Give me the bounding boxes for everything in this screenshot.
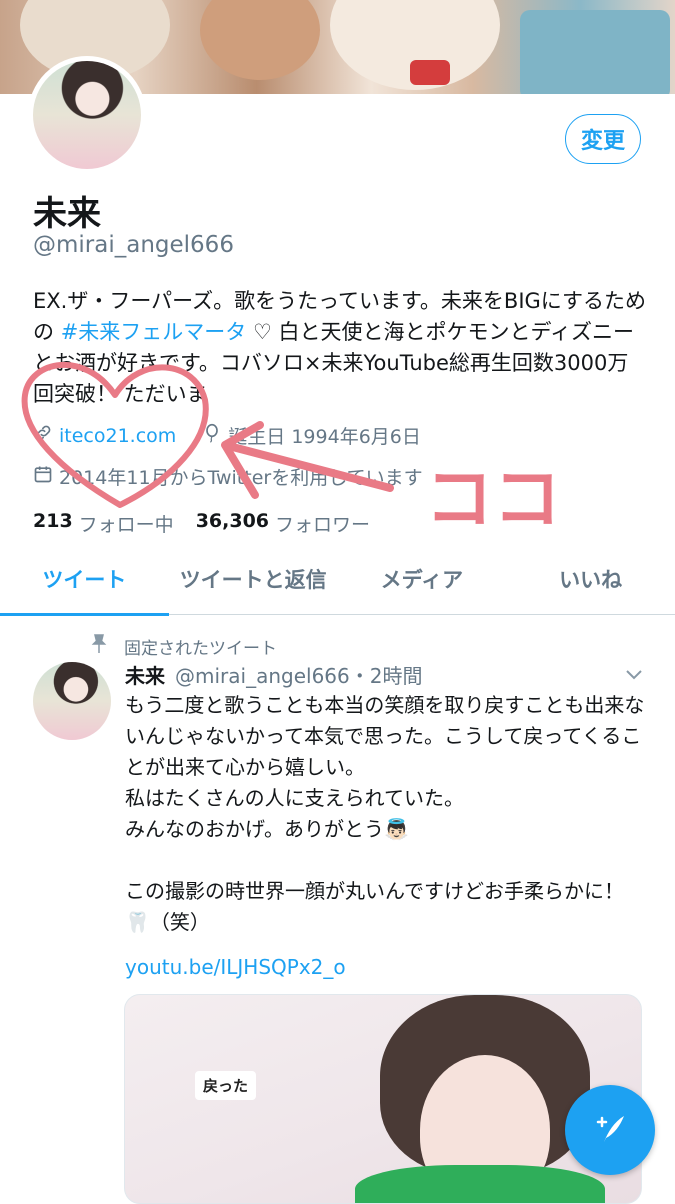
banner-box	[520, 10, 670, 94]
compose-tweet-button[interactable]	[565, 1085, 655, 1175]
tweet-avatar[interactable]	[33, 662, 111, 740]
tab-media[interactable]: メディア	[338, 550, 507, 614]
avatar-image	[33, 662, 111, 740]
followers-count[interactable]: 36,306 フォロワー	[196, 510, 370, 537]
profile-bio: EX.ザ・フーパーズ。歌をうたっています。未来をBIGにするための #未来フェル…	[33, 286, 648, 410]
tab-likes[interactable]: いいね	[506, 550, 675, 614]
website-link[interactable]: iteco21.com	[59, 425, 176, 447]
annotation-text: ココ	[425, 460, 561, 539]
banner-plush	[200, 0, 320, 80]
pin-icon	[90, 634, 108, 659]
avatar-image	[33, 61, 141, 169]
tweet-handle-time: @mirai_angel666・2時間	[175, 664, 423, 688]
tweet-link[interactable]: youtu.be/ILJHSQPx2_o	[125, 955, 346, 979]
tweet-author-name[interactable]: 未来	[125, 660, 165, 689]
tweet-header: 未来 @mirai_angel666・2時間	[125, 660, 422, 689]
follow-counts: 213 フォロー中 36,306 フォロワー	[33, 510, 392, 537]
edit-profile-button[interactable]: 変更	[565, 114, 641, 164]
profile-tabs: ツイート ツイートと返信 メディア いいね	[0, 550, 675, 616]
birthday: 誕生日 1994年6月6日	[202, 422, 421, 449]
balloon-icon	[202, 423, 222, 448]
joined-row: 2014年11月からTwitterを利用しています	[33, 463, 423, 490]
media-caption: 戻った	[195, 1071, 257, 1100]
profile-handle: @mirai_angel666	[33, 232, 234, 258]
birthday-text: 誕生日 1994年6月6日	[228, 426, 421, 448]
media-photo-shirt	[355, 1165, 605, 1203]
pinned-label: 固定されたツイート	[124, 639, 277, 659]
link-icon	[33, 423, 53, 448]
profile-meta-row: iteco21.com 誕生日 1994年6月6日	[33, 422, 421, 449]
calendar-icon	[33, 464, 53, 489]
tweet-media[interactable]: 戻った	[124, 994, 642, 1204]
tweet-text: もう二度と歌うことも本当の笑顔を取り戻すことも出来ないんじゃないかって本気で思っ…	[125, 693, 645, 934]
chevron-down-icon[interactable]	[624, 664, 644, 684]
compose-icon	[590, 1108, 630, 1152]
banner-ribbon	[410, 60, 450, 85]
following-count[interactable]: 213 フォロー中	[33, 510, 174, 537]
display-name: 未来	[33, 194, 101, 234]
joined-text: 2014年11月からTwitterを利用しています	[59, 467, 423, 489]
tab-tweets[interactable]: ツイート	[0, 550, 169, 616]
tab-tweets-replies[interactable]: ツイートと返信	[169, 550, 338, 614]
bio-hashtag[interactable]: #未来フェルマータ	[61, 320, 247, 344]
profile-avatar[interactable]	[28, 56, 146, 174]
pinned-indicator: 固定されたツイート	[90, 634, 277, 659]
